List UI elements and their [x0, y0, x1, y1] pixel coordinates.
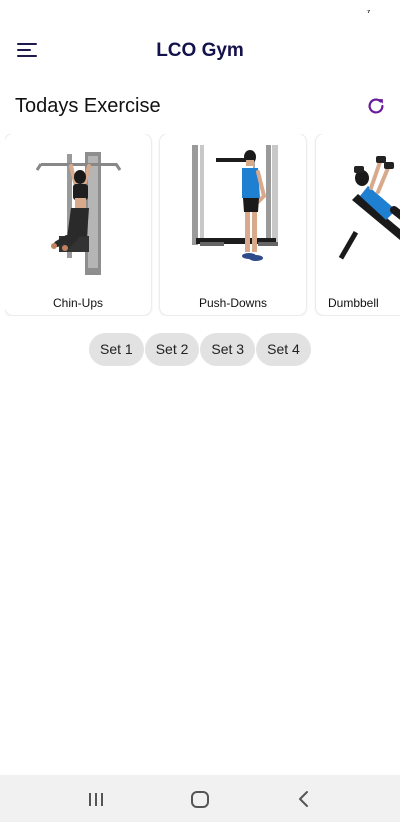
status-indicator: ⁷ — [367, 8, 371, 17]
set-selector: Set 1 Set 2 Set 3 Set 4 — [89, 333, 311, 366]
section-header: Todays Exercise — [15, 92, 391, 120]
exercise-card[interactable]: Chin-Ups — [5, 134, 151, 315]
set-chip-4[interactable]: Set 4 — [256, 333, 311, 366]
app-bar: LCO Gym — [0, 28, 400, 74]
dumbbell-bench-press-illustration — [316, 140, 400, 280]
set-chip-3[interactable]: Set 3 — [200, 333, 256, 366]
section-title: Todays Exercise — [15, 95, 161, 117]
exercise-card[interactable]: Dumbbell — [316, 134, 400, 315]
exercise-card[interactable]: Push-Downs — [160, 134, 306, 315]
refresh-icon[interactable] — [365, 95, 387, 117]
exercise-label: Chin-Ups — [52, 296, 103, 310]
app-title: LCO Gym — [156, 40, 244, 61]
exercise-carousel[interactable]: Chin-Ups Push-Downs Dumbbell — [5, 134, 400, 316]
system-nav-bar — [0, 775, 400, 822]
home-icon[interactable] — [188, 787, 212, 811]
exercise-label: Dumbbell — [328, 296, 379, 310]
recents-icon[interactable] — [84, 787, 108, 811]
chin-ups-illustration — [5, 140, 151, 280]
status-bar: ⁷ — [0, 0, 400, 28]
push-downs-illustration — [160, 140, 306, 280]
exercise-label: Push-Downs — [198, 296, 268, 310]
back-icon[interactable] — [292, 787, 316, 811]
set-chip-1[interactable]: Set 1 — [89, 333, 144, 366]
set-chip-2[interactable]: Set 2 — [144, 333, 200, 366]
